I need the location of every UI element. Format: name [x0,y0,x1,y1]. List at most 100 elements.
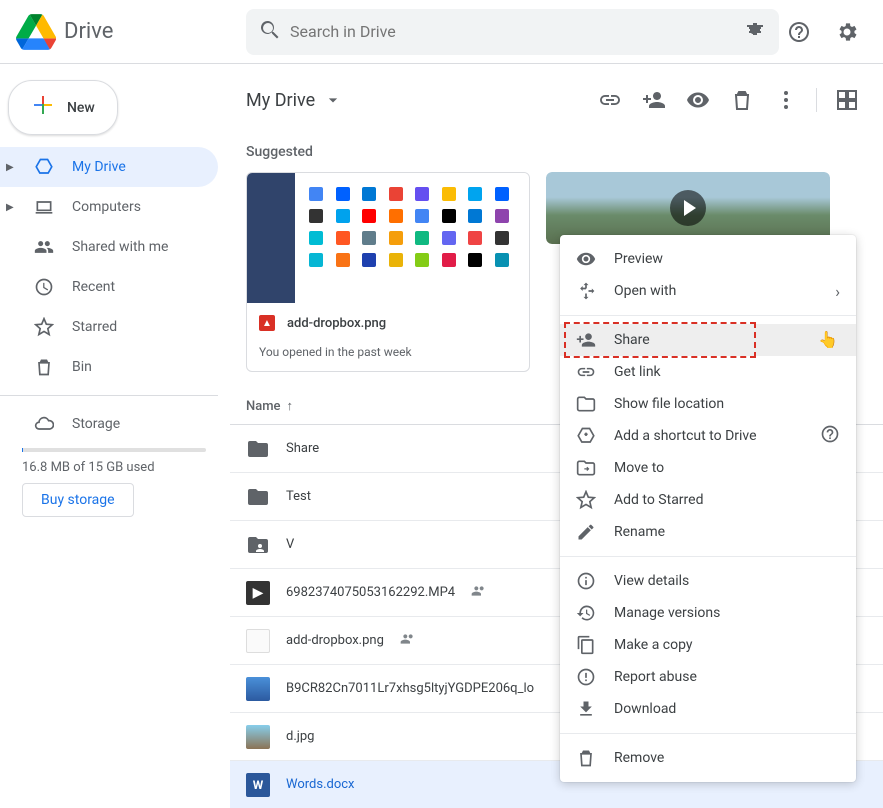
eye-icon [576,249,596,269]
logo-area[interactable]: Drive [16,12,246,52]
menu-preview[interactable]: Preview [560,243,856,275]
menu-starred[interactable]: Add to Starred [560,484,856,516]
history-icon [576,603,596,623]
sidebar-item-label: Storage [72,416,120,432]
computers-icon [34,197,54,217]
star-icon [34,317,54,337]
image-file-icon [246,677,270,701]
sidebar-item-label: Recent [72,279,115,295]
search-options-icon[interactable] [743,18,767,46]
folder-icon [246,437,270,461]
menu-download[interactable]: Download [560,693,856,725]
search-input[interactable] [290,22,735,41]
drive-icon [34,157,54,177]
info-icon [576,571,596,591]
sidebar-item-starred[interactable]: Starred [0,307,218,347]
card-subtitle: You opened in the past week [247,345,529,371]
menu-add-shortcut[interactable]: Add a shortcut to Drive [560,420,856,452]
image-file-icon: ▲ [259,315,275,331]
share-person-icon[interactable] [634,80,674,120]
people-icon [34,237,54,257]
storage-bar [22,448,206,452]
copy-icon [576,635,596,655]
menu-rename[interactable]: Rename [560,516,856,548]
file-name: Words.docx [286,777,355,792]
sidebar-item-storage[interactable]: Storage [0,404,218,444]
file-name: V [286,537,294,552]
sidebar-item-shared[interactable]: Shared with me [0,227,218,267]
card-title: add-dropbox.png [287,316,517,331]
chevron-right-icon: ▶ [6,202,18,213]
file-name: B9CR82Cn7011Lr7xhsg5ltyjYGDPE206q_lo [286,681,534,696]
menu-show-location[interactable]: Show file location [560,388,856,420]
sidebar-item-label: Bin [72,359,92,375]
shared-icon [471,583,487,603]
folder-icon [576,394,596,414]
image-file-icon [246,629,270,653]
chevron-right-icon: › [835,282,840,301]
settings-icon[interactable] [827,12,867,52]
menu-share[interactable]: Share 👆 [560,324,856,356]
menu-remove[interactable]: Remove [560,742,856,774]
menu-manage-versions[interactable]: Manage versions [560,597,856,629]
sidebar-item-my-drive[interactable]: ▶ My Drive [0,147,218,187]
suggested-card[interactable] [546,172,830,244]
more-icon[interactable] [766,80,806,120]
breadcrumb-current: My Drive [246,90,315,111]
help-icon[interactable] [820,424,840,448]
menu-open-with[interactable]: Open with › [560,275,856,307]
trash-icon [34,357,54,377]
sort-arrow-icon: ↑ [287,398,294,414]
chevron-down-icon [323,90,343,110]
search-bar[interactable] [246,9,779,55]
suggested-card[interactable]: ▲ add-dropbox.png You opened in the past… [246,172,530,372]
drive-logo-icon [16,12,56,52]
search-icon [258,18,282,46]
file-name: Share [286,441,319,456]
folder-move-icon [576,458,596,478]
sidebar-item-label: Shared with me [72,239,168,255]
preview-eye-icon[interactable] [678,80,718,120]
star-icon [576,490,596,510]
menu-move-to[interactable]: Move to [560,452,856,484]
sidebar-item-recent[interactable]: Recent [0,267,218,307]
file-name: Test [286,489,311,504]
play-icon [670,190,706,226]
storage-used-text: 16.8 MB of 15 GB used [22,460,206,475]
folder-shared-icon [246,533,270,557]
sidebar-item-label: Computers [72,199,141,215]
file-name: 6982374075053162292.MP4 [286,585,455,600]
word-file-icon: W [246,773,270,797]
menu-view-details[interactable]: View details [560,565,856,597]
clock-icon [34,277,54,297]
get-link-icon[interactable] [590,80,630,120]
suggested-heading: Suggested [230,128,883,172]
grid-view-icon[interactable] [827,80,867,120]
file-name: d.jpg [286,729,314,744]
delete-icon[interactable] [722,80,762,120]
folder-icon [246,485,270,509]
shared-icon [400,631,416,651]
image-file-icon [246,725,270,749]
pencil-icon [576,522,596,542]
warning-icon [576,667,596,687]
sidebar-item-bin[interactable]: Bin [0,347,218,387]
sidebar-item-label: My Drive [72,159,126,175]
plus-icon [31,91,55,124]
menu-report-abuse[interactable]: Report abuse [560,661,856,693]
new-button[interactable]: New [8,80,118,135]
context-menu: Preview Open with › Share 👆 Get link Sho… [560,235,856,782]
trash-icon [576,748,596,768]
menu-get-link[interactable]: Get link [560,356,856,388]
cloud-icon [34,414,54,434]
chevron-right-icon: ▶ [6,162,18,173]
sidebar-item-computers[interactable]: ▶ Computers [0,187,218,227]
breadcrumb[interactable]: My Drive [246,90,343,111]
help-icon[interactable] [779,12,819,52]
new-button-label: New [67,100,95,116]
file-name: add-dropbox.png [286,633,384,648]
buy-storage-button[interactable]: Buy storage [22,483,134,517]
video-file-icon: ▶ [246,581,270,605]
menu-make-copy[interactable]: Make a copy [560,629,856,661]
open-with-icon [576,281,596,301]
